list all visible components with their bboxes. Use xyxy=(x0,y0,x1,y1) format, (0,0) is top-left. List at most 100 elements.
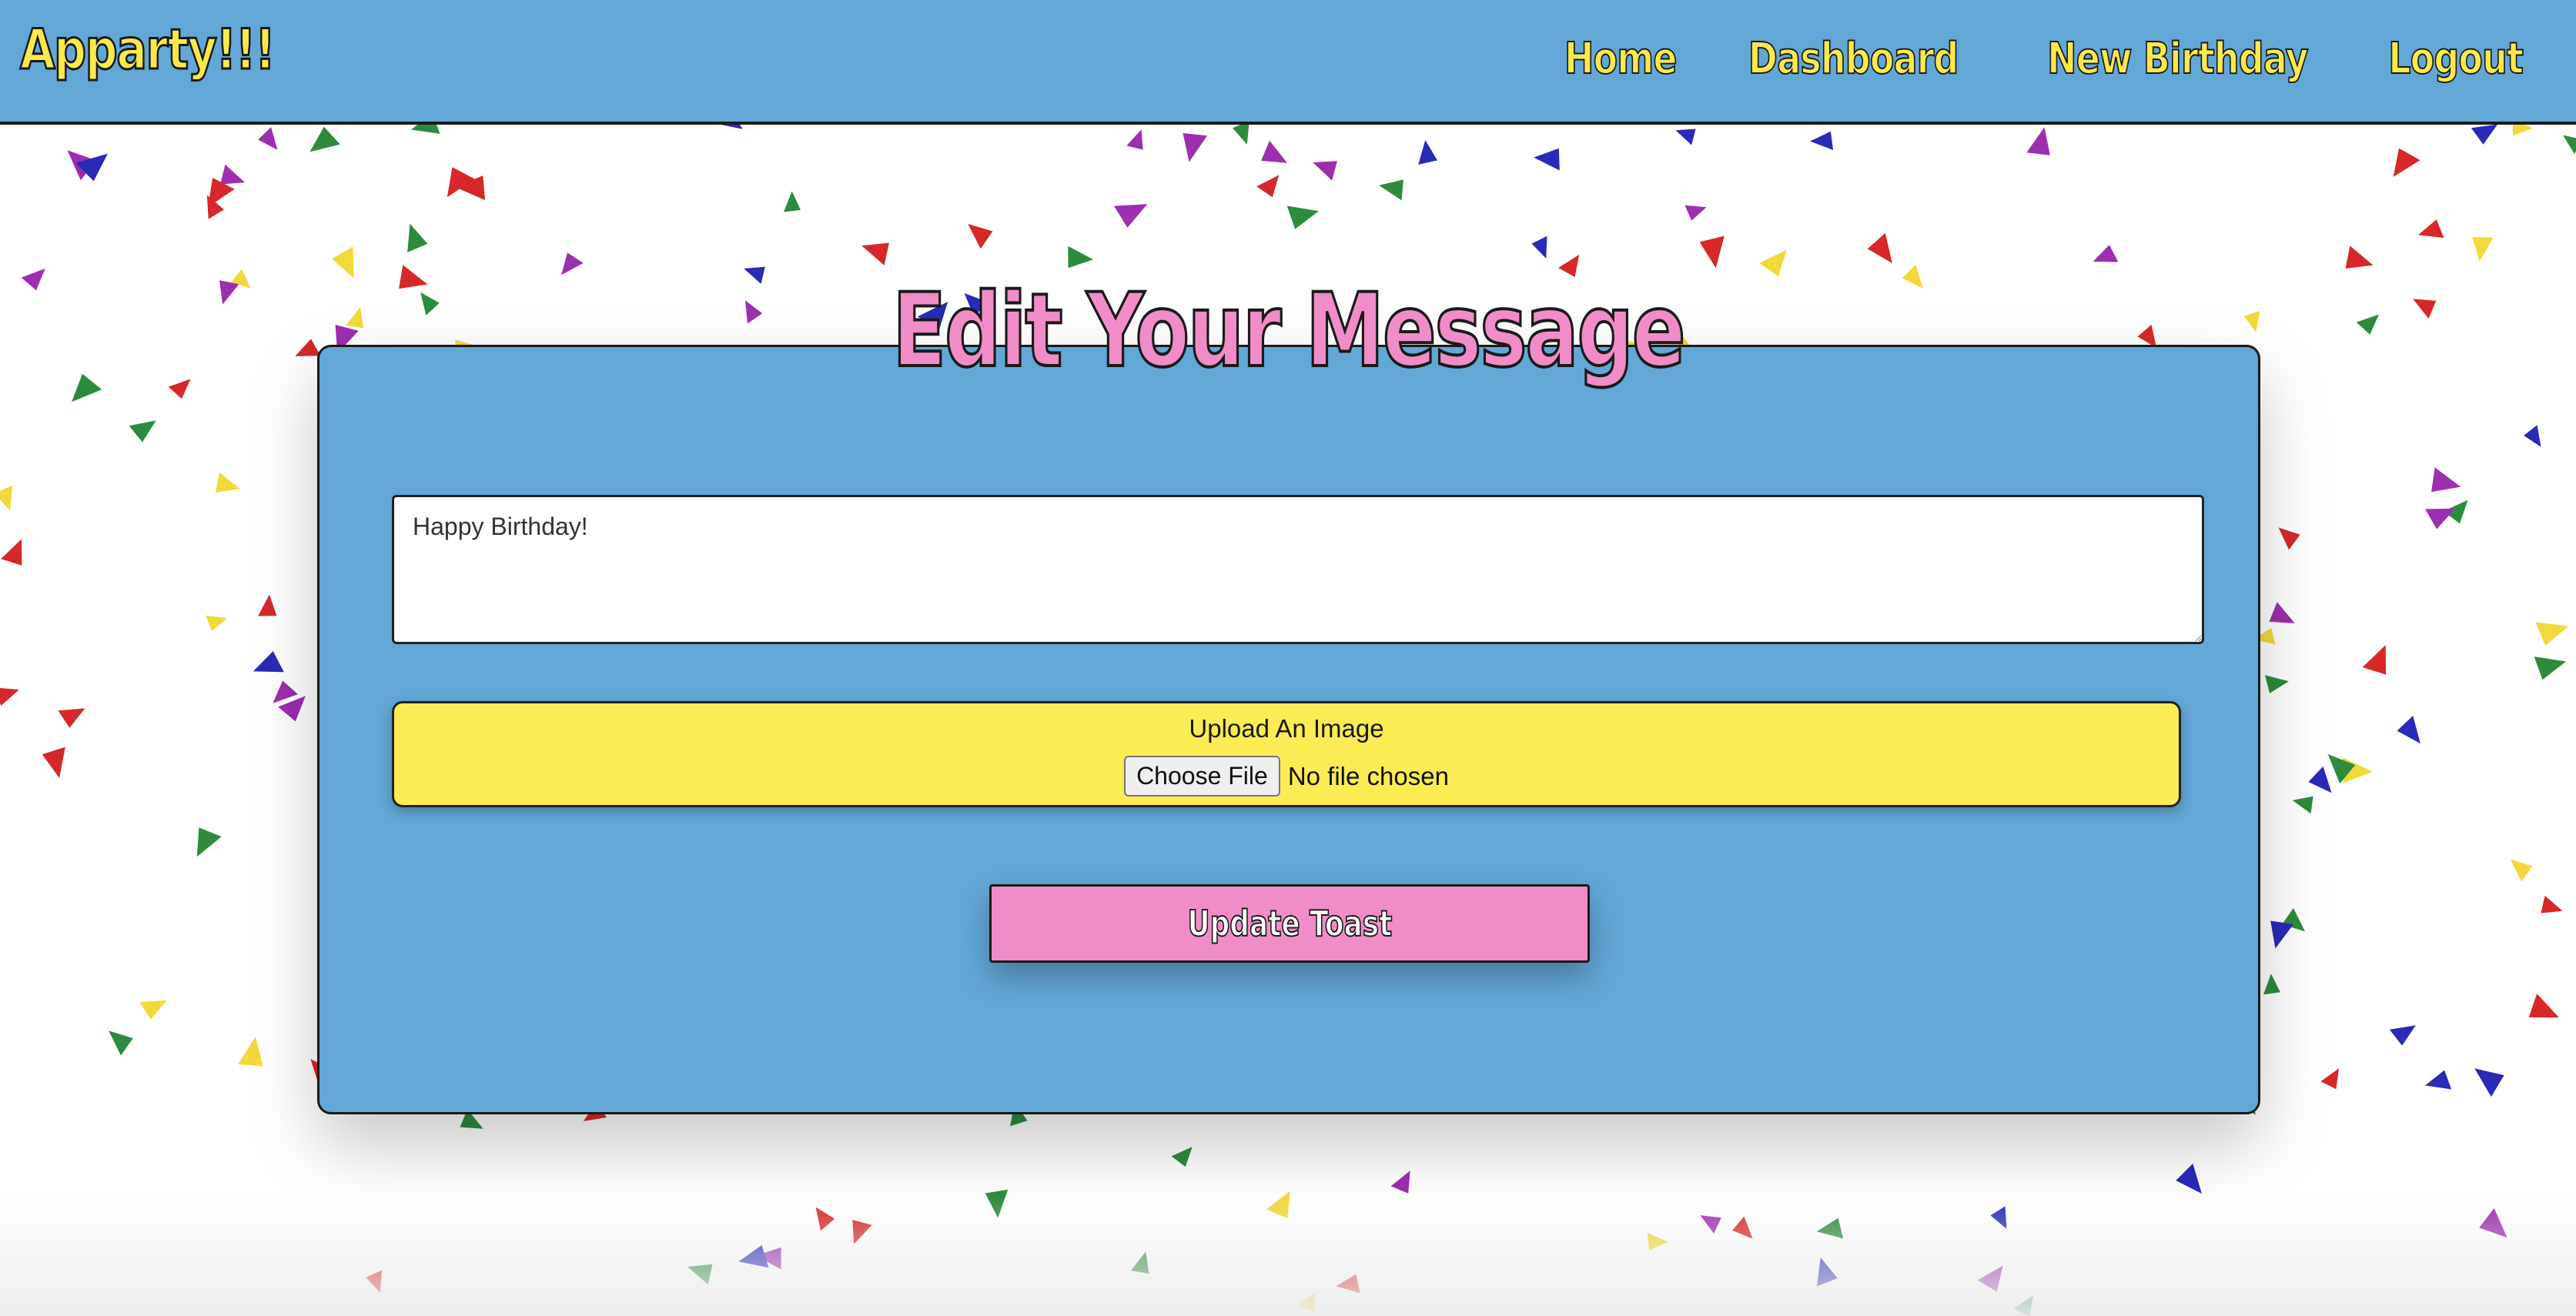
nav-link-new-birthday[interactable]: New Birthday xyxy=(2046,33,2309,85)
confetti-piece xyxy=(852,1220,872,1244)
confetti-piece xyxy=(2278,527,2300,550)
nav-links: Home Dashboard New Birthday Logout xyxy=(1552,33,2538,85)
confetti-piece xyxy=(1379,179,1403,201)
confetti-piece xyxy=(1286,205,1319,229)
choose-file-button[interactable]: Choose File xyxy=(1124,756,1280,797)
confetti-piece xyxy=(1256,175,1280,198)
confetti-piece xyxy=(2345,245,2374,269)
confetti-piece xyxy=(1810,131,1834,150)
confetti-piece xyxy=(238,1037,263,1067)
confetti-piece xyxy=(2425,1070,2452,1090)
confetti-piece xyxy=(216,472,240,493)
confetti-piece xyxy=(206,615,228,631)
confetti-piece xyxy=(2397,716,2420,744)
upload-label: Upload An Image xyxy=(1189,714,1384,743)
confetti-piece xyxy=(2528,994,2559,1018)
file-input-row: Choose File No file chosen xyxy=(394,756,2179,797)
nav-link-logout[interactable]: Logout xyxy=(2387,33,2524,85)
confetti-piece xyxy=(1390,1171,1410,1194)
confetti-piece xyxy=(2563,135,2576,154)
edit-message-card: Upload An Image Choose File No file chos… xyxy=(317,345,2260,1114)
confetti-piece xyxy=(2308,766,2332,793)
nav-link-home[interactable]: Home xyxy=(1564,33,1678,85)
confetti-piece xyxy=(1990,1206,2007,1229)
confetti-piece xyxy=(1171,1147,1193,1167)
confetti-piece xyxy=(1531,235,1547,259)
confetti-piece xyxy=(1700,1215,1721,1234)
confetti-piece xyxy=(2292,796,2313,814)
nav-link-dashboard[interactable]: Dashboard xyxy=(1748,33,1959,85)
confetti-piece xyxy=(2393,148,2420,177)
confetti-piece xyxy=(2093,245,2119,262)
confetti-piece xyxy=(2418,219,2444,239)
confetti-piece xyxy=(2265,675,2289,693)
confetti-piece xyxy=(1114,204,1148,228)
page-title: Edit Your Message xyxy=(0,270,2576,392)
image-upload-box[interactable]: Upload An Image Choose File No file chos… xyxy=(392,701,2181,807)
confetti-piece xyxy=(273,680,298,703)
confetti-piece xyxy=(2425,508,2456,529)
confetti-piece xyxy=(2541,895,2563,914)
confetti-piece xyxy=(861,242,889,266)
confetti-piece xyxy=(2320,1068,2340,1090)
confetti-piece xyxy=(58,708,85,728)
confetti-piece xyxy=(129,420,156,443)
confetti-piece xyxy=(2474,1068,2504,1097)
confetti-piece xyxy=(783,191,801,212)
confetti-piece xyxy=(2013,1295,2033,1316)
confetti-piece xyxy=(2535,622,2569,646)
confetti-piece xyxy=(1816,1217,1844,1239)
confetti-piece xyxy=(1647,1233,1668,1251)
update-toast-label: Update Toast xyxy=(1186,902,1392,945)
confetti-piece xyxy=(1675,129,1696,145)
confetti-piece xyxy=(1183,133,1208,162)
brand-logo[interactable]: Apparty!!! xyxy=(19,16,276,83)
confetti-piece xyxy=(2479,1208,2507,1238)
top-navbar: Apparty!!! Home Dashboard New Birthday L… xyxy=(0,0,2576,125)
confetti-piece xyxy=(407,223,428,252)
confetti-piece xyxy=(1684,205,1707,221)
message-textarea[interactable] xyxy=(392,495,2204,644)
confetti-piece xyxy=(2431,467,2461,493)
confetti-piece xyxy=(738,1245,769,1268)
confetti-piece xyxy=(1,539,22,566)
confetti-piece xyxy=(1978,1265,2003,1292)
confetti-piece xyxy=(2263,974,2280,995)
confetti-piece xyxy=(2389,1025,2416,1046)
confetti-piece xyxy=(1068,245,1094,269)
confetti-piece xyxy=(258,127,278,150)
confetti-piece xyxy=(2510,859,2533,882)
confetti-piece xyxy=(2471,124,2498,145)
confetti-piece xyxy=(0,687,19,706)
confetti-piece xyxy=(2524,425,2541,447)
confetti-piece xyxy=(2026,127,2050,155)
confetti-piece xyxy=(366,1270,382,1293)
page-title-text: Edit Your Message xyxy=(891,270,1687,392)
confetti-piece xyxy=(1313,161,1337,181)
confetti-piece xyxy=(815,1207,835,1231)
confetti-piece xyxy=(1266,1191,1290,1219)
confetti-piece xyxy=(687,1264,713,1284)
confetti-piece xyxy=(2362,645,2387,675)
confetti-piece xyxy=(2472,237,2494,262)
confetti-piece xyxy=(2270,920,2294,949)
confetti-piece xyxy=(139,1000,167,1020)
confetti-piece xyxy=(1418,140,1437,165)
confetti-piece xyxy=(2176,1163,2202,1194)
file-status-text: No file chosen xyxy=(1287,761,1449,790)
confetti-piece xyxy=(258,594,277,616)
confetti-piece xyxy=(1699,235,1725,269)
confetti-piece xyxy=(253,651,284,673)
confetti-piece xyxy=(1131,1251,1149,1274)
confetti-piece xyxy=(1126,129,1143,150)
confetti-piece xyxy=(968,224,993,249)
confetti-piece xyxy=(109,1030,133,1056)
confetti-piece xyxy=(1732,1216,1753,1239)
confetti-piece xyxy=(220,164,245,185)
update-toast-button[interactable]: Update Toast xyxy=(989,884,1590,963)
confetti-piece xyxy=(1261,140,1288,163)
confetti-piece xyxy=(2269,602,2295,623)
confetti-piece xyxy=(1298,1291,1316,1312)
confetti-piece xyxy=(1534,148,1560,171)
confetti-piece xyxy=(1817,1258,1838,1287)
